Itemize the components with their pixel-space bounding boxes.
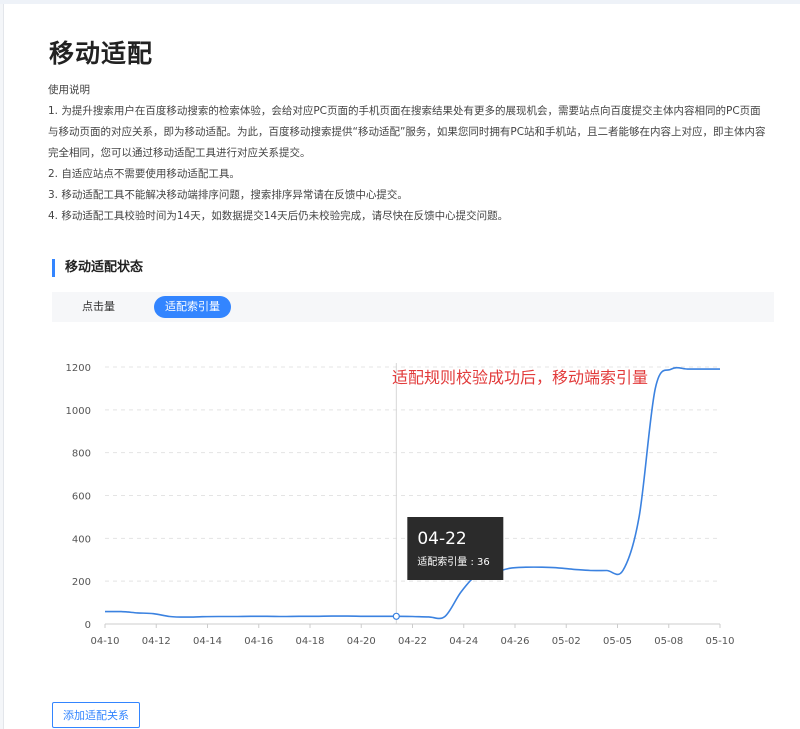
- tooltip-date: 04-22: [417, 529, 466, 549]
- page-title: 移动适配: [49, 39, 154, 68]
- x-axis: 04-10 04-12 04-14 04-16 04-18 04-20 04-22 04-24…: [90, 624, 735, 647]
- section-title: 移动适配状态: [52, 259, 143, 277]
- tooltip-label: 适配索引量: [417, 555, 467, 568]
- chart-tooltip: 04-22 适配索引量 : 36: [407, 517, 504, 580]
- usage-instructions: 使用说明 1. 为提升搜索用户在百度移动搜索的检索体验，会给对应PC页面的手机页…: [48, 80, 778, 227]
- x-tick-label: 04-20: [347, 636, 376, 647]
- y-tick-label: 200: [72, 577, 91, 588]
- tooltip-value: 适配索引量 : 36: [417, 555, 489, 568]
- tab-clicks[interactable]: 点击量: [72, 296, 125, 318]
- x-tick-label: 04-12: [142, 636, 171, 647]
- x-tick-label: 05-02: [552, 636, 581, 647]
- x-tick-label: 04-10: [90, 636, 119, 647]
- y-tick-label: 0: [85, 620, 91, 631]
- y-tick-label: 400: [72, 534, 91, 545]
- x-tick-label: 04-14: [193, 636, 222, 647]
- usage-line: 完全相同，您可以通过移动适配工具进行对应关系提交。: [48, 147, 311, 159]
- tooltip-number: 36: [477, 557, 490, 568]
- tooltip-point: [392, 612, 400, 620]
- usage-heading: 使用说明: [48, 84, 90, 96]
- usage-line: 1. 为提升搜索用户在百度移动搜索的检索体验，会给对应PC页面的手机页面在搜索结…: [48, 105, 761, 117]
- y-axis: 0 200 400 600 800 1000 1200: [66, 363, 91, 631]
- y-tick-label: 800: [72, 449, 91, 460]
- chart-annotation: 适配规则校验成功后，移动端索引量: [392, 368, 648, 387]
- x-tick-label: 05-08: [654, 636, 683, 647]
- x-tick-label: 04-22: [398, 636, 427, 647]
- usage-line: 3. 移动适配工具不能解决移动端排序问题，搜索排序异常请在反馈中心提交。: [48, 189, 408, 201]
- y-tick-label: 1000: [66, 406, 91, 417]
- usage-line: 2. 自适应站点不需要使用移动适配工具。: [48, 168, 240, 180]
- x-tick-label: 05-10: [705, 636, 734, 647]
- y-tick-label: 600: [72, 492, 91, 503]
- usage-line: 与移动页面的对应关系，即为移动适配。为此，百度移动搜索提供“移动适配”服务，如果…: [48, 126, 766, 138]
- x-tick-label: 04-24: [449, 636, 478, 647]
- tooltip-separator: :: [467, 557, 477, 568]
- x-tick-label: 04-16: [244, 636, 273, 647]
- x-tick-label: 05-05: [603, 636, 632, 647]
- usage-line: 4. 移动适配工具校验时间为14天，如数据提交14天后仍未校验完成，请尽快在反馈…: [48, 210, 509, 222]
- add-mapping-button[interactable]: 添加适配关系: [52, 702, 140, 728]
- x-tick-label: 04-18: [295, 636, 324, 647]
- tab-bar: 点击量 适配索引量: [52, 292, 774, 322]
- x-tick-label: 04-26: [500, 636, 529, 647]
- y-tick-label: 1200: [66, 363, 91, 374]
- tab-index-count[interactable]: 适配索引量: [154, 296, 231, 318]
- index-count-chart[interactable]: 020040060080010001200 04-10 04-12 04-14 04-…: [52, 345, 752, 657]
